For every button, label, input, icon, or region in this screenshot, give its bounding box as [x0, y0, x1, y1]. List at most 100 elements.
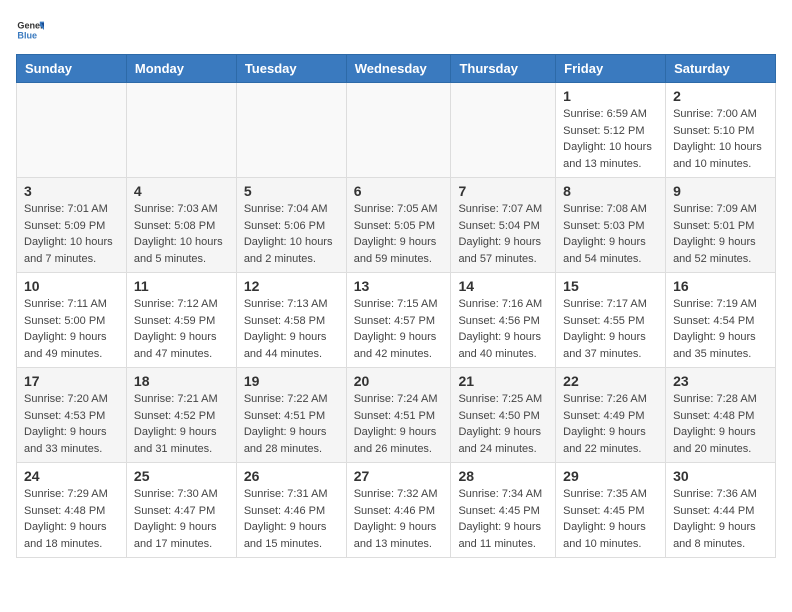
day-info: Sunrise: 7:21 AM Sunset: 4:52 PM Dayligh… [134, 391, 229, 457]
day-info: Sunrise: 7:35 AM Sunset: 4:45 PM Dayligh… [563, 486, 658, 552]
generalblue-logo-icon: General Blue [16, 16, 44, 44]
day-number: 26 [244, 468, 339, 484]
day-info: Sunrise: 7:24 AM Sunset: 4:51 PM Dayligh… [354, 391, 444, 457]
day-number: 23 [673, 373, 768, 389]
weekday-header-sunday: Sunday [17, 55, 127, 83]
calendar-week-row: 3Sunrise: 7:01 AM Sunset: 5:09 PM Daylig… [17, 178, 776, 273]
day-info: Sunrise: 7:28 AM Sunset: 4:48 PM Dayligh… [673, 391, 768, 457]
calendar-cell: 25 Sunrise: 7:30 AM Sunset: 4:47 PM Dayli… [126, 463, 236, 558]
day-info: Sunrise: 7:31 AM Sunset: 4:46 PM Dayligh… [244, 486, 339, 552]
calendar-cell: 22 Sunrise: 7:26 AM Sunset: 4:49 PM Dayli… [556, 368, 666, 463]
day-number: 6 [354, 183, 444, 199]
day-info: Sunrise: 7:12 AM Sunset: 4:59 PM Dayligh… [134, 296, 229, 362]
calendar-cell: 27 Sunrise: 7:32 AM Sunset: 4:46 PM Dayli… [346, 463, 451, 558]
day-info: Sunrise: 7:32 AM Sunset: 4:46 PM Dayligh… [354, 486, 444, 552]
calendar-cell: 26 Sunrise: 7:31 AM Sunset: 4:46 PM Dayli… [236, 463, 346, 558]
day-info: Sunrise: 7:13 AM Sunset: 4:58 PM Dayligh… [244, 296, 339, 362]
svg-text:Blue: Blue [17, 30, 37, 40]
day-info: Sunrise: 7:36 AM Sunset: 4:44 PM Dayligh… [673, 486, 768, 552]
weekday-header-saturday: Saturday [666, 55, 776, 83]
header: General Blue [16, 16, 776, 44]
weekday-header-thursday: Thursday [451, 55, 556, 83]
day-number: 11 [134, 278, 229, 294]
day-info: Sunrise: 7:09 AM Sunset: 5:01 PM Dayligh… [673, 201, 768, 267]
day-number: 13 [354, 278, 444, 294]
calendar-cell: 17 Sunrise: 7:20 AM Sunset: 4:53 PM Dayli… [17, 368, 127, 463]
calendar-cell: 8 Sunrise: 7:08 AM Sunset: 5:03 PM Daylig… [556, 178, 666, 273]
calendar-cell: 13Sunrise: 7:15 AM Sunset: 4:57 PM Dayli… [346, 273, 451, 368]
calendar-cell: 15Sunrise: 7:17 AM Sunset: 4:55 PM Dayli… [556, 273, 666, 368]
day-info: Sunrise: 7:29 AM Sunset: 4:48 PM Dayligh… [24, 486, 119, 552]
calendar-cell: 19 Sunrise: 7:22 AM Sunset: 4:51 PM Dayli… [236, 368, 346, 463]
day-number: 3 [24, 183, 119, 199]
day-info: Sunrise: 7:07 AM Sunset: 5:04 PM Dayligh… [458, 201, 548, 267]
day-info: Sunrise: 7:34 AM Sunset: 4:45 PM Dayligh… [458, 486, 548, 552]
day-number: 8 [563, 183, 658, 199]
day-info: Sunrise: 7:26 AM Sunset: 4:49 PM Dayligh… [563, 391, 658, 457]
day-number: 10 [24, 278, 119, 294]
calendar-cell: 24 Sunrise: 7:29 AM Sunset: 4:48 PM Dayli… [17, 463, 127, 558]
calendar-cell [346, 83, 451, 178]
day-number: 28 [458, 468, 548, 484]
calendar-week-row: 24 Sunrise: 7:29 AM Sunset: 4:48 PM Dayli… [17, 463, 776, 558]
calendar-cell: 2 Sunrise: 7:00 AM Sunset: 5:10 PM Daylig… [666, 83, 776, 178]
day-number: 25 [134, 468, 229, 484]
calendar-cell: 5 Sunrise: 7:04 AM Sunset: 5:06 PM Daylig… [236, 178, 346, 273]
calendar-cell: 23 Sunrise: 7:28 AM Sunset: 4:48 PM Dayli… [666, 368, 776, 463]
day-info: Sunrise: 7:25 AM Sunset: 4:50 PM Dayligh… [458, 391, 548, 457]
weekday-header-friday: Friday [556, 55, 666, 83]
day-number: 29 [563, 468, 658, 484]
calendar-week-row: 1Sunrise: 6:59 AM Sunset: 5:12 PM Daylig… [17, 83, 776, 178]
calendar-week-row: 10 Sunrise: 7:11 AM Sunset: 5:00 PM Dayli… [17, 273, 776, 368]
weekday-header-tuesday: Tuesday [236, 55, 346, 83]
calendar-cell: 7Sunrise: 7:07 AM Sunset: 5:04 PM Daylig… [451, 178, 556, 273]
day-number: 27 [354, 468, 444, 484]
day-number: 30 [673, 468, 768, 484]
calendar-cell: 21 Sunrise: 7:25 AM Sunset: 4:50 PM Dayli… [451, 368, 556, 463]
day-info: Sunrise: 7:30 AM Sunset: 4:47 PM Dayligh… [134, 486, 229, 552]
day-info: Sunrise: 6:59 AM Sunset: 5:12 PM Dayligh… [563, 106, 658, 172]
calendar-cell: 28 Sunrise: 7:34 AM Sunset: 4:45 PM Dayli… [451, 463, 556, 558]
weekday-header-row: SundayMondayTuesdayWednesdayThursdayFrid… [17, 55, 776, 83]
calendar-cell [17, 83, 127, 178]
day-number: 22 [563, 373, 658, 389]
day-info: Sunrise: 7:16 AM Sunset: 4:56 PM Dayligh… [458, 296, 548, 362]
weekday-header-monday: Monday [126, 55, 236, 83]
calendar-cell: 20 Sunrise: 7:24 AM Sunset: 4:51 PM Dayli… [346, 368, 451, 463]
calendar-cell [126, 83, 236, 178]
calendar-cell: 1Sunrise: 6:59 AM Sunset: 5:12 PM Daylig… [556, 83, 666, 178]
day-number: 20 [354, 373, 444, 389]
day-number: 19 [244, 373, 339, 389]
day-number: 9 [673, 183, 768, 199]
calendar-cell: 16Sunrise: 7:19 AM Sunset: 4:54 PM Dayli… [666, 273, 776, 368]
day-number: 18 [134, 373, 229, 389]
day-info: Sunrise: 7:22 AM Sunset: 4:51 PM Dayligh… [244, 391, 339, 457]
day-number: 24 [24, 468, 119, 484]
calendar-cell: 6Sunrise: 7:05 AM Sunset: 5:05 PM Daylig… [346, 178, 451, 273]
day-info: Sunrise: 7:04 AM Sunset: 5:06 PM Dayligh… [244, 201, 339, 267]
calendar-cell [236, 83, 346, 178]
day-number: 21 [458, 373, 548, 389]
day-number: 16 [673, 278, 768, 294]
calendar-table: SundayMondayTuesdayWednesdayThursdayFrid… [16, 54, 776, 558]
day-info: Sunrise: 7:00 AM Sunset: 5:10 PM Dayligh… [673, 106, 768, 172]
calendar-cell: 18 Sunrise: 7:21 AM Sunset: 4:52 PM Dayli… [126, 368, 236, 463]
day-number: 14 [458, 278, 548, 294]
day-number: 17 [24, 373, 119, 389]
calendar-cell: 9 Sunrise: 7:09 AM Sunset: 5:01 PM Daylig… [666, 178, 776, 273]
day-info: Sunrise: 7:08 AM Sunset: 5:03 PM Dayligh… [563, 201, 658, 267]
logo: General Blue [16, 16, 44, 44]
calendar-cell: 10 Sunrise: 7:11 AM Sunset: 5:00 PM Dayli… [17, 273, 127, 368]
day-info: Sunrise: 7:11 AM Sunset: 5:00 PM Dayligh… [24, 296, 119, 362]
day-info: Sunrise: 7:03 AM Sunset: 5:08 PM Dayligh… [134, 201, 229, 267]
calendar-cell: 12Sunrise: 7:13 AM Sunset: 4:58 PM Dayli… [236, 273, 346, 368]
calendar-cell: 11 Sunrise: 7:12 AM Sunset: 4:59 PM Dayli… [126, 273, 236, 368]
calendar-cell: 30 Sunrise: 7:36 AM Sunset: 4:44 PM Dayli… [666, 463, 776, 558]
calendar-cell: 4 Sunrise: 7:03 AM Sunset: 5:08 PM Daylig… [126, 178, 236, 273]
day-number: 5 [244, 183, 339, 199]
day-info: Sunrise: 7:20 AM Sunset: 4:53 PM Dayligh… [24, 391, 119, 457]
day-number: 4 [134, 183, 229, 199]
calendar-cell [451, 83, 556, 178]
day-number: 2 [673, 88, 768, 104]
calendar-week-row: 17 Sunrise: 7:20 AM Sunset: 4:53 PM Dayli… [17, 368, 776, 463]
